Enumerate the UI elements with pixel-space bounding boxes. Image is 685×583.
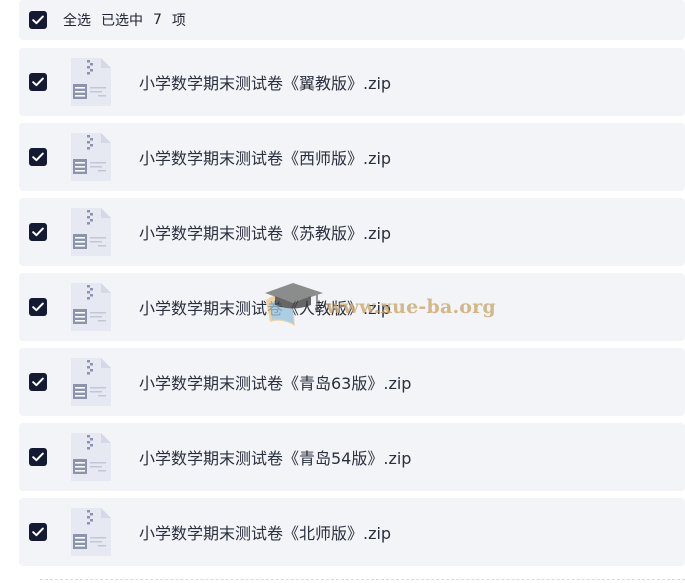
file-name[interactable]: 小学数学期末测试卷《苏教版》.zip: [139, 220, 391, 244]
zip-file-icon: [71, 283, 111, 331]
file-checkbox[interactable]: [29, 298, 47, 316]
zip-file-icon: [71, 358, 111, 406]
file-checkbox[interactable]: [29, 148, 47, 166]
list-bottom-divider: [40, 579, 685, 580]
checkmark-icon: [32, 527, 44, 537]
selection-summary: 全选 已选中 7 项: [63, 10, 186, 30]
checkmark-icon: [32, 377, 44, 387]
file-name[interactable]: 小学数学期末测试卷《青岛54版》.zip: [139, 445, 411, 469]
file-list: 小学数学期末测试卷《翼教版》.zip 小学数学期末测试卷《西师版》.zip 小学: [19, 48, 685, 573]
file-row[interactable]: 小学数学期末测试卷《北师版》.zip: [19, 498, 685, 566]
file-name[interactable]: 小学数学期末测试卷《西师版》.zip: [139, 145, 391, 169]
file-name[interactable]: 小学数学期末测试卷《翼教版》.zip: [139, 70, 391, 94]
file-name[interactable]: 小学数学期末测试卷《北师版》.zip: [139, 520, 391, 544]
zip-file-icon: [71, 58, 111, 106]
select-all-label[interactable]: 全选: [63, 10, 91, 30]
file-row[interactable]: 小学数学期末测试卷《青岛63版》.zip: [19, 348, 685, 416]
zip-file-icon: [71, 508, 111, 556]
file-checkbox[interactable]: [29, 373, 47, 391]
checkmark-icon: [32, 227, 44, 237]
zip-file-icon: [71, 133, 111, 181]
checkmark-icon: [32, 15, 44, 25]
file-row[interactable]: 小学数学期末测试卷《西师版》.zip: [19, 123, 685, 191]
file-checkbox[interactable]: [29, 223, 47, 241]
file-checkbox[interactable]: [29, 448, 47, 466]
file-checkbox[interactable]: [29, 523, 47, 541]
selected-count: 7: [153, 12, 162, 28]
file-row[interactable]: 小学数学期末测试卷《青岛54版》.zip: [19, 423, 685, 491]
checkmark-icon: [32, 152, 44, 162]
checkmark-icon: [32, 77, 44, 87]
zip-file-icon: [71, 208, 111, 256]
selected-prefix: 已选中: [101, 13, 143, 29]
checkmark-icon: [32, 452, 44, 462]
file-row[interactable]: 小学数学期末测试卷《翼教版》.zip: [19, 48, 685, 116]
file-name[interactable]: 小学数学期末测试卷《人教版》.zip: [139, 295, 391, 319]
selected-suffix: 项: [171, 13, 186, 29]
file-row[interactable]: 小学数学期末测试卷《苏教版》.zip: [19, 198, 685, 266]
select-all-bar: 全选 已选中 7 项: [19, 0, 685, 40]
file-name[interactable]: 小学数学期末测试卷《青岛63版》.zip: [139, 370, 411, 394]
checkmark-icon: [32, 302, 44, 312]
file-checkbox[interactable]: [29, 73, 47, 91]
zip-file-icon: [71, 433, 111, 481]
file-row[interactable]: 小学数学期末测试卷《人教版》.zip: [19, 273, 685, 341]
select-all-checkbox[interactable]: [29, 11, 47, 29]
